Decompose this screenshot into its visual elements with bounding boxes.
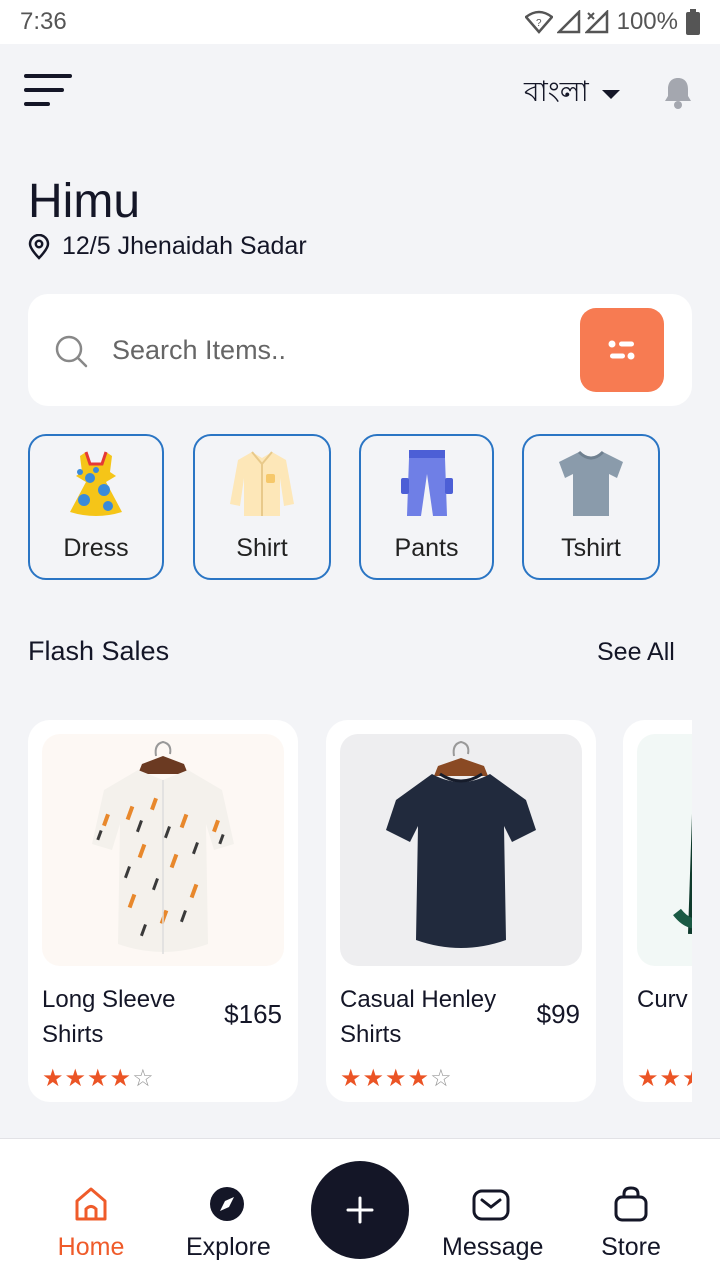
- menu-button[interactable]: [24, 72, 74, 108]
- home-icon: [75, 1187, 107, 1221]
- category-label: Tshirt: [561, 534, 621, 562]
- category-tshirt[interactable]: Tshirt: [522, 434, 660, 580]
- star-filled-icon: ★: [87, 1065, 110, 1092]
- filter-icon: [608, 340, 635, 360]
- user-location: 12/5 Jhenaidah Sadar: [28, 232, 307, 261]
- category-shirt[interactable]: Shirt: [193, 434, 331, 580]
- battery-icon: [686, 9, 700, 35]
- category-label: Dress: [63, 534, 129, 562]
- bottom-navigation: Home Explore Message Store: [0, 1138, 720, 1280]
- chevron-down-icon: [601, 89, 620, 99]
- flash-sales-carousel[interactable]: Long Sleeve Shirts $165 ★★★★☆ Casual Hen…: [28, 720, 692, 1104]
- product-image: [637, 734, 692, 966]
- star-filled-icon: ★: [407, 1065, 431, 1092]
- star-filled-icon: ★: [659, 1065, 683, 1092]
- search-bar: [28, 294, 692, 406]
- menu-line: [24, 88, 64, 92]
- star-filled-icon: ★: [42, 1065, 65, 1092]
- see-all-link[interactable]: See All: [597, 638, 675, 667]
- cell-signal-icon: [556, 10, 580, 34]
- language-label: বাংলা: [524, 75, 589, 108]
- product-price: $99: [536, 999, 580, 1029]
- star-filled-icon: ★: [385, 1065, 408, 1092]
- star-filled-icon: ★: [109, 1065, 133, 1092]
- signal-icons: ?: [524, 10, 609, 34]
- star-empty-icon: ☆: [430, 1065, 453, 1092]
- battery-percent: 100%: [616, 8, 678, 35]
- nav-message[interactable]: Message: [442, 1185, 544, 1262]
- pants-icon: [400, 450, 453, 516]
- nav-store-label: Store: [601, 1233, 661, 1261]
- wifi-icon: ?: [524, 10, 553, 34]
- search-icon: [55, 335, 88, 368]
- plus-icon: [346, 1196, 374, 1224]
- product-image: [42, 734, 284, 966]
- compass-icon: [210, 1187, 244, 1221]
- status-time: 7:36: [20, 8, 67, 35]
- product-rating: ★★★★☆: [340, 1064, 453, 1093]
- shirt-icon: [230, 451, 294, 516]
- flash-sales-title: Flash Sales: [28, 636, 170, 666]
- menu-line: [24, 74, 72, 78]
- nav-explore[interactable]: Explore: [186, 1185, 271, 1262]
- nav-home[interactable]: Home: [56, 1185, 126, 1262]
- nav-message-label: Message: [442, 1233, 544, 1261]
- status-bar: 7:36 ? 100%: [0, 0, 720, 44]
- star-filled-icon: ★: [340, 1065, 363, 1092]
- category-pants[interactable]: Pants: [359, 434, 494, 580]
- star-filled-icon: ★: [64, 1065, 88, 1092]
- dress-icon: [70, 451, 122, 516]
- status-indicators: ? 100%: [524, 8, 700, 36]
- product-name: Long Sleeve Shirts: [42, 986, 176, 1048]
- add-button[interactable]: [311, 1161, 409, 1259]
- product-name: Curv Shirt: [637, 986, 692, 1013]
- menu-line: [24, 102, 50, 106]
- search-input[interactable]: [112, 324, 562, 376]
- star-filled-icon: ★: [362, 1065, 386, 1092]
- nav-explore-label: Explore: [186, 1233, 271, 1261]
- product-name: Casual Henley Shirts: [340, 986, 497, 1048]
- star-filled-icon: ★: [682, 1065, 692, 1092]
- product-rating: ★★★☆☆: [637, 1064, 692, 1093]
- product-card[interactable]: Long Sleeve Shirts $165 ★★★★☆: [28, 720, 298, 1102]
- category-label: Pants: [394, 534, 459, 562]
- message-icon: [472, 1189, 510, 1221]
- product-rating: ★★★★☆: [42, 1064, 155, 1093]
- star-empty-icon: ☆: [132, 1065, 155, 1092]
- location-pin-icon: [28, 233, 50, 260]
- tshirt-icon: [559, 450, 623, 516]
- product-card[interactable]: Casual Henley Shirts $99 ★★★★☆: [326, 720, 596, 1102]
- category-label: Shirt: [236, 534, 288, 562]
- nav-store[interactable]: Store: [600, 1185, 662, 1262]
- product-price: $165: [224, 999, 282, 1029]
- language-dropdown[interactable]: বাংলা: [524, 70, 621, 117]
- cell-signal-off-icon: [584, 10, 608, 34]
- svg-text:?: ?: [536, 18, 542, 29]
- filter-button[interactable]: [580, 308, 664, 392]
- product-image: [340, 734, 582, 966]
- user-name: Himu: [28, 175, 141, 228]
- star-filled-icon: ★: [637, 1065, 660, 1092]
- category-dress[interactable]: Dress: [28, 434, 164, 580]
- nav-home-label: Home: [57, 1233, 125, 1261]
- shopping-bag-icon: [614, 1186, 648, 1222]
- product-card[interactable]: Curv Shirt ★★★☆☆: [623, 720, 692, 1102]
- notification-bell-icon[interactable]: [660, 74, 696, 110]
- address-text: 12/5 Jhenaidah Sadar: [62, 232, 307, 260]
